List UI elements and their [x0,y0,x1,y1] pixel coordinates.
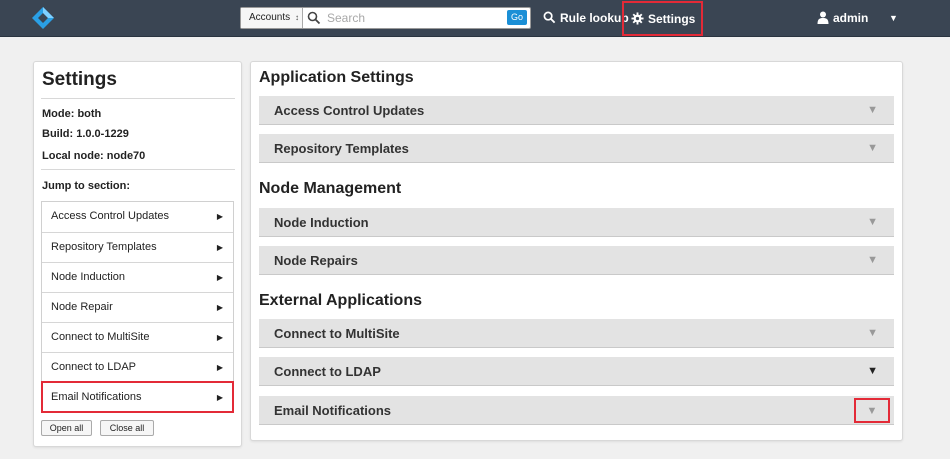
section-nav-list: Access Control Updates ▶ Repository Temp… [41,201,234,413]
mode-text: Mode: both [42,108,102,120]
sidebar-item-repository-templates[interactable]: Repository Templates ▶ [42,232,233,262]
select-arrows-icon: ↕ [295,13,299,22]
divider [41,169,235,170]
triangle-down-icon: ▼ [867,104,878,116]
panel-node-induction[interactable]: Node Induction ▼ [259,208,894,237]
triangle-right-icon: ▶ [216,333,223,342]
go-button[interactable]: Go [507,10,527,25]
top-navbar: Accounts ↕ Search Go Rule lookup Setting… [0,0,950,37]
triangle-down-icon: ▼ [867,254,878,266]
rule-lookup-link[interactable]: Rule lookup [543,0,629,37]
sidebar-item-label: Email Notifications [51,391,142,403]
search-icon [307,11,321,25]
search-scope-select[interactable]: Accounts ↕ [241,8,303,28]
user-menu[interactable]: admin [817,0,868,37]
search-scope-label: Accounts [249,12,291,23]
panel-label: Email Notifications [274,403,392,418]
sidebar-item-label: Node Induction [51,271,125,283]
gear-icon [631,12,644,25]
triangle-down-icon: ▼ [867,216,878,228]
sidebar-item-label: Repository Templates [51,241,157,253]
search-icon [543,11,556,24]
build-text: Build: 1.0.0-1229 [42,128,129,140]
triangle-right-icon: ▶ [216,243,223,252]
settings-label: Settings [648,12,696,26]
section-title-application-settings: Application Settings [259,69,414,86]
sidebar-item-label: Connect to LDAP [51,361,136,373]
open-all-button[interactable]: Open all [41,420,92,436]
triangle-down-icon: ▼ [867,327,878,339]
panel-access-control-updates[interactable]: Access Control Updates ▼ [259,96,894,125]
sidebar-item-label: Connect to MultiSite [51,331,150,343]
panel-connect-to-ldap[interactable]: Connect to LDAP ▼ [259,357,894,386]
panel-node-repairs[interactable]: Node Repairs ▼ [259,246,894,275]
section-title-node-management: Node Management [259,180,402,197]
panel-repository-templates[interactable]: Repository Templates ▼ [259,134,894,163]
panel-label: Node Repairs [274,253,358,268]
close-all-button[interactable]: Close all [100,420,154,436]
sidebar-item-connect-to-multisite[interactable]: Connect to MultiSite ▶ [42,322,233,352]
panel-connect-to-multisite[interactable]: Connect to MultiSite ▼ [259,319,894,348]
sidebar-item-node-induction[interactable]: Node Induction ▶ [42,262,233,292]
search-bar: Accounts ↕ Search Go [240,7,531,29]
sidebar-item-node-repair[interactable]: Node Repair ▶ [42,292,233,322]
triangle-down-icon[interactable]: ▼ [854,398,890,423]
panel-label: Node Induction [274,215,369,230]
panel-email-notifications[interactable]: Email Notifications ▼ [259,396,894,425]
divider [41,98,235,99]
user-icon [817,11,829,25]
search-input[interactable]: Search [327,8,365,28]
panel-label: Access Control Updates [274,103,425,118]
triangle-right-icon: ▶ [216,273,223,282]
sidebar-item-label: Node Repair [51,301,113,313]
panel-label: Connect to LDAP [274,364,381,379]
settings-main-panel: Application Settings Access Control Upda… [250,61,903,441]
triangle-down-icon: ▼ [867,365,878,377]
section-title-external-applications: External Applications [259,292,422,309]
triangle-right-icon: ▶ [216,393,223,402]
user-name: admin [833,11,869,25]
sidebar-title: Settings [42,69,117,90]
sidebar-item-label: Access Control Updates [51,210,169,222]
user-menu-caret-icon[interactable]: ▼ [889,0,898,37]
triangle-right-icon: ▶ [216,303,223,312]
triangle-down-icon: ▼ [867,142,878,154]
sidebar-item-email-notifications[interactable]: Email Notifications ▶ [41,381,234,413]
sidebar-item-access-control-updates[interactable]: Access Control Updates ▶ [42,202,233,232]
panel-label: Connect to MultiSite [274,326,400,341]
settings-sidebar: Settings Mode: both Build: 1.0.0-1229 Lo… [33,61,242,447]
triangle-right-icon: ▶ [216,212,223,221]
panel-label: Repository Templates [274,141,409,156]
rule-lookup-label: Rule lookup [560,11,629,25]
sidebar-item-connect-to-ldap[interactable]: Connect to LDAP ▶ [42,352,233,382]
local-node-text: Local node: node70 [42,150,146,162]
triangle-right-icon: ▶ [216,363,223,372]
jump-to-section-label: Jump to section: [42,180,131,192]
app-logo-icon[interactable] [31,6,55,30]
settings-link[interactable]: Settings [622,1,704,36]
